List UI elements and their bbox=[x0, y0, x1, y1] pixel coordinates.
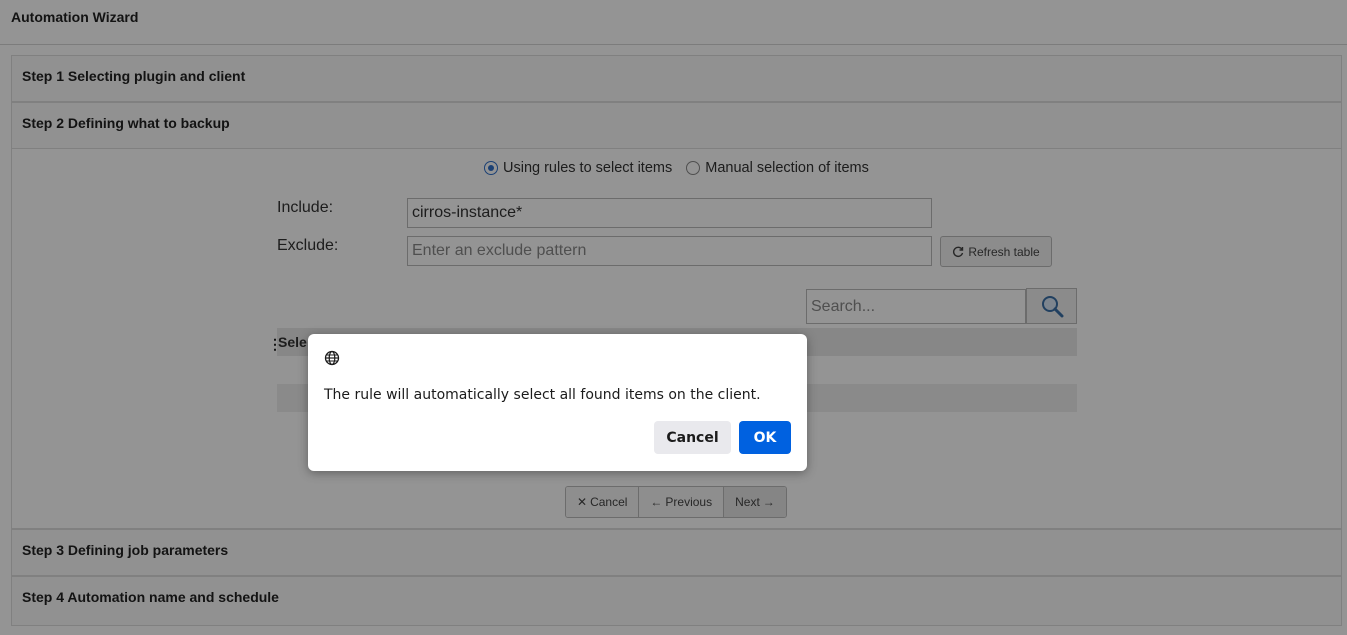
dialog-cancel-button[interactable]: Cancel bbox=[654, 421, 731, 454]
confirm-dialog: The rule will automatically select all f… bbox=[308, 334, 807, 471]
globe-icon bbox=[324, 350, 340, 366]
dialog-message: The rule will automatically select all f… bbox=[324, 387, 761, 403]
dialog-ok-button[interactable]: OK bbox=[739, 421, 791, 454]
modal-overlay bbox=[0, 0, 1347, 635]
